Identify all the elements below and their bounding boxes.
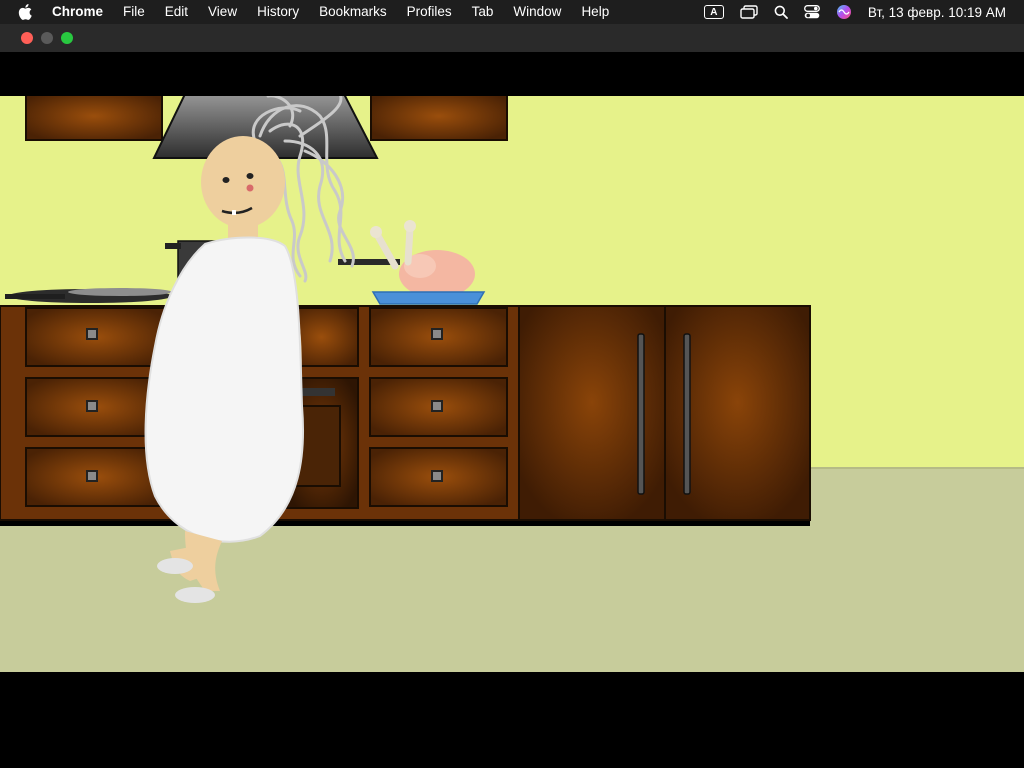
menu-profiles[interactable]: Profiles: [407, 0, 452, 24]
status-area: A Вт, 13 февр. 10:19 AM: [703, 0, 1024, 24]
cartoon-kitchen-scene: [0, 96, 1024, 672]
menu-file[interactable]: File: [123, 0, 145, 24]
spotlight-search-icon[interactable]: [774, 0, 788, 24]
menu-tab[interactable]: Tab: [472, 0, 494, 24]
menu-bookmarks[interactable]: Bookmarks: [319, 0, 387, 24]
input-source-label: A: [703, 5, 724, 19]
blue-plate: [371, 291, 486, 305]
menu-bar: Chrome File Edit View History Bookmarks …: [0, 0, 1024, 24]
minimize-window-button[interactable]: [41, 32, 53, 44]
siri-icon[interactable]: [836, 0, 852, 24]
input-source-icon[interactable]: A: [703, 0, 724, 24]
menu-help[interactable]: Help: [581, 0, 609, 24]
screen-mirroring-icon[interactable]: [740, 0, 758, 24]
granny-head: [201, 136, 285, 228]
menu-clock[interactable]: Вт, 13 февр. 10:19 AM: [868, 5, 1006, 20]
video-player[interactable]: [0, 52, 1024, 768]
menu-history[interactable]: History: [257, 0, 299, 24]
apple-menu-icon[interactable]: [18, 4, 34, 20]
menu-app-name[interactable]: Chrome: [52, 0, 103, 24]
menu-view[interactable]: View: [208, 0, 237, 24]
menu-window[interactable]: Window: [513, 0, 561, 24]
menu-edit[interactable]: Edit: [165, 0, 188, 24]
fullscreen-window-button[interactable]: [61, 32, 73, 44]
upper-cabinet-right: [370, 96, 508, 141]
upper-cabinet-left: [25, 96, 163, 141]
window-titlebar: [0, 24, 1024, 52]
control-center-icon[interactable]: [803, 0, 820, 24]
close-window-button[interactable]: [21, 32, 33, 44]
